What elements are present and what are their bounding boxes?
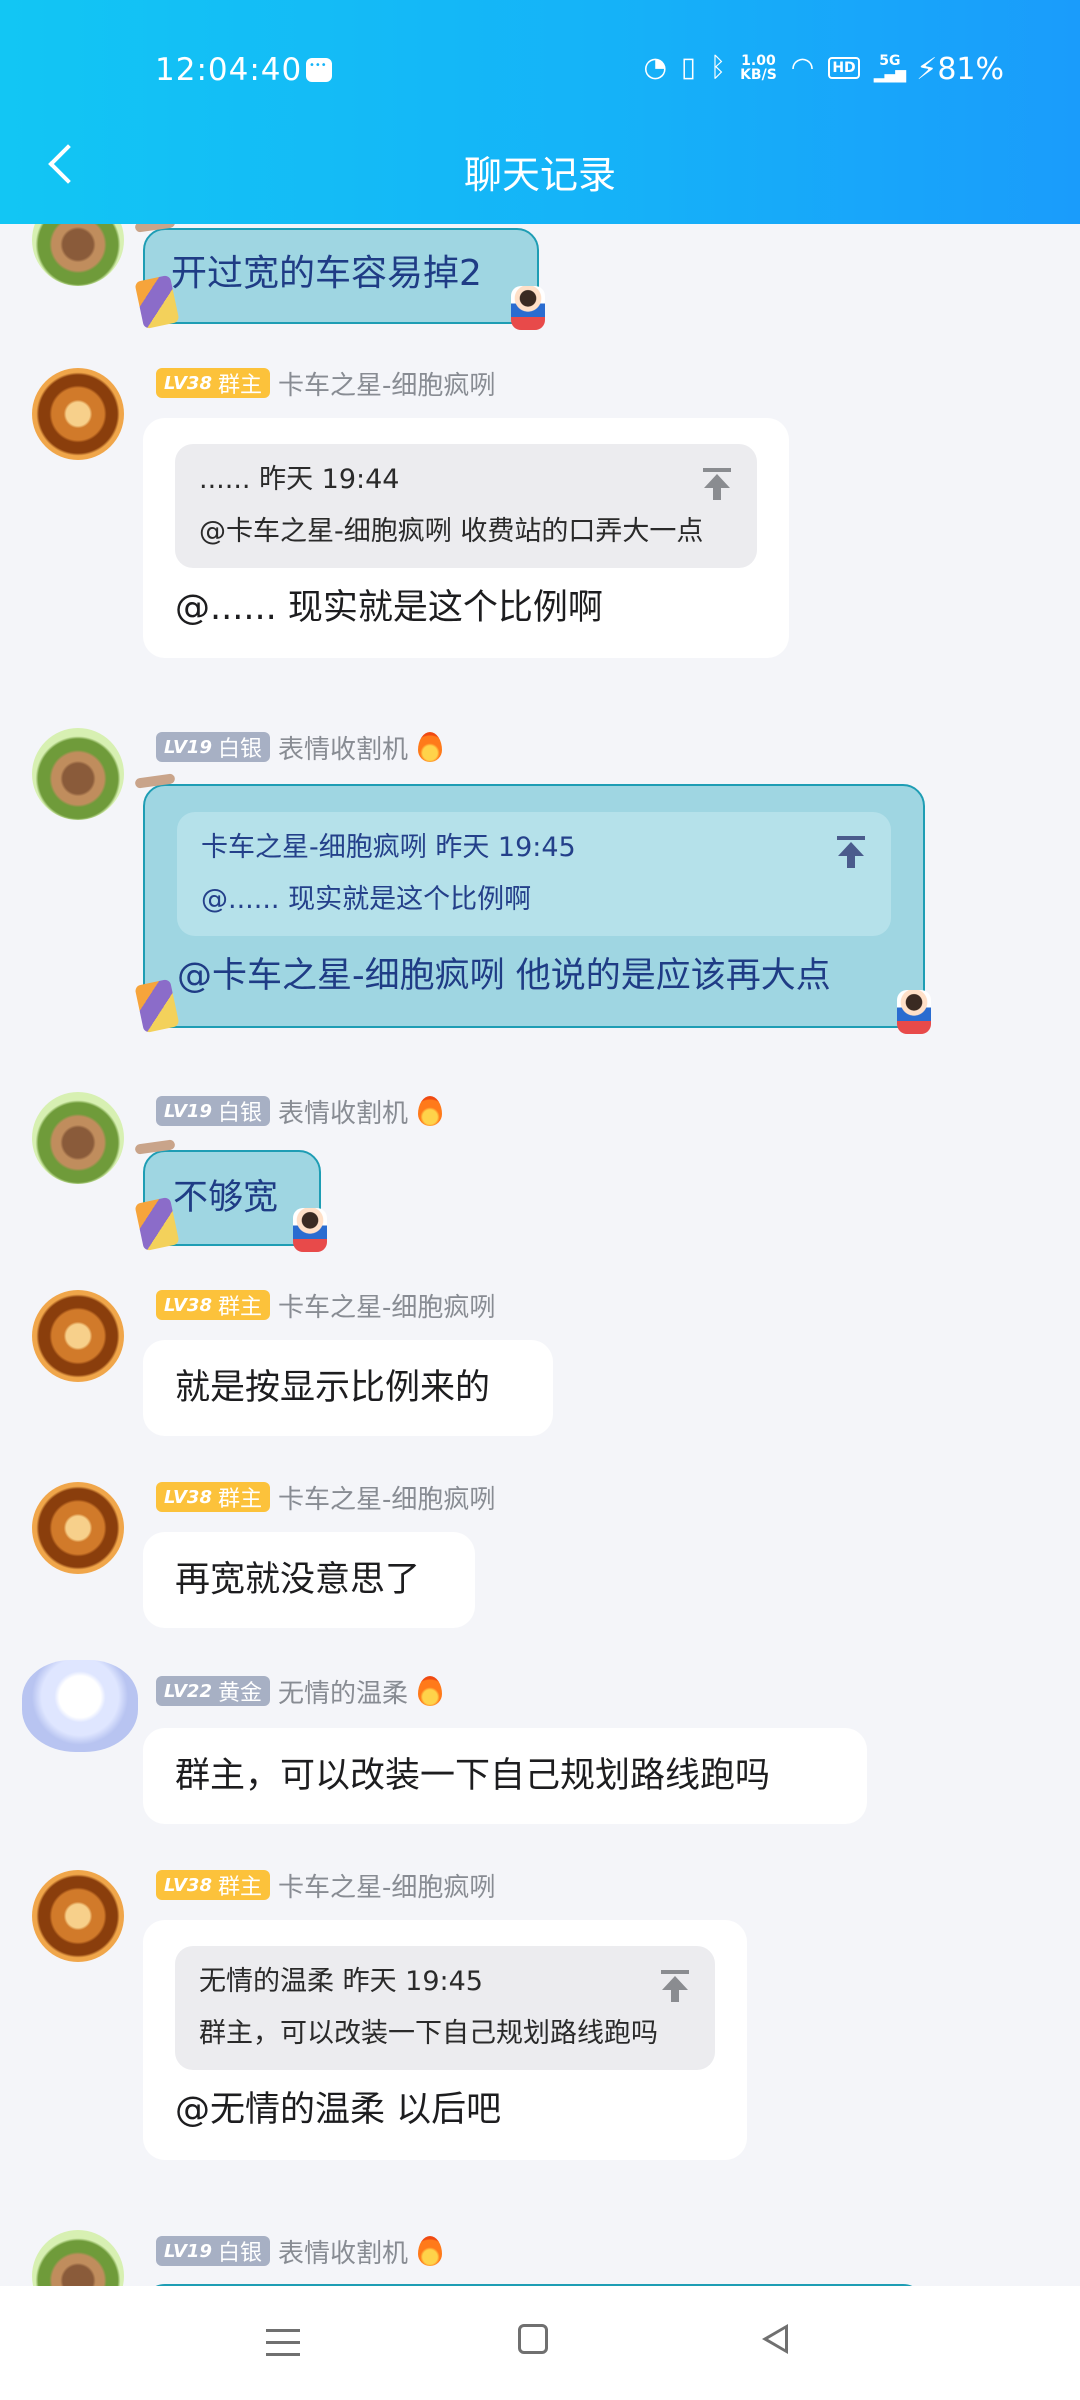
- level-badge: LV22 黄金: [156, 1676, 270, 1706]
- notification-icon: [306, 58, 332, 82]
- jump-to-top-icon[interactable]: [701, 468, 733, 500]
- system-navigation-bar: [0, 2286, 1080, 2400]
- signal-icon: 5G ▂▄▆: [873, 52, 906, 83]
- quoted-message[interactable]: 卡车之星-细胞疯咧 昨天 19:45 @...... 现实就是这个比例啊: [177, 812, 891, 936]
- sender-meta: LV38 群主 卡车之星-细胞疯咧: [156, 1288, 496, 1323]
- battery-level: 81%: [937, 52, 1004, 87]
- jump-to-top-icon[interactable]: [659, 1970, 691, 2002]
- page-title: 聊天记录: [463, 153, 616, 197]
- sender-meta: LV38 群主 卡车之星-细胞疯咧: [156, 366, 496, 401]
- home-icon[interactable]: [518, 2324, 548, 2354]
- level-badge: LV38 群主: [156, 1870, 270, 1900]
- level-badge: LV38 群主: [156, 1482, 270, 1512]
- sender-meta: LV38 群主 卡车之星-细胞疯咧: [156, 1480, 496, 1515]
- bubble-decoration: [134, 224, 176, 233]
- avatar[interactable]: [32, 1482, 124, 1574]
- bubble-decoration: [134, 978, 180, 1034]
- status-time: 12:04:40: [155, 52, 303, 88]
- sender-name: 无情的温柔: [278, 1678, 409, 1709]
- message-bubble[interactable]: 开过宽的车容易掉2: [134, 224, 545, 330]
- quoted-message[interactable]: ...... 昨天 19:44 @卡车之星-细胞疯咧 收费站的口弄大一点: [175, 444, 757, 568]
- avatar[interactable]: [22, 1660, 138, 1752]
- message-text: 开过宽的车容易掉2: [171, 253, 482, 294]
- message-bubble[interactable]: 群主，可以改装一下自己规划路线跑吗: [143, 1728, 867, 1824]
- speedometer-icon: ◔: [643, 52, 667, 83]
- message-text: 就是按显示比例来的: [175, 1368, 491, 1408]
- avatar[interactable]: [32, 728, 124, 820]
- quote-body: @...... 现实就是这个比例啊: [201, 884, 532, 915]
- sender-name: 表情收割机: [278, 2238, 409, 2269]
- quote-header: ...... 昨天 19:44: [199, 464, 400, 495]
- message-text: 不够宽: [173, 1178, 279, 1218]
- message-text: @无情的温柔 以后吧: [175, 2090, 502, 2130]
- battery-indicator: ⚡81%: [916, 52, 1004, 87]
- status-icons: ◔ ▯ ᛒ 1.00 KB/S ◠ HD 5G ▂▄▆: [643, 52, 906, 83]
- sender-meta: LV19 白银 表情收割机: [156, 730, 443, 765]
- fire-icon: [418, 732, 443, 762]
- message-text: 再宽就没意思了: [175, 1560, 421, 1600]
- quote-body: @卡车之星-细胞疯咧 收费站的口弄大一点: [199, 516, 704, 547]
- jump-to-top-icon[interactable]: [835, 836, 867, 868]
- level-badge: LV38 群主: [156, 1290, 270, 1320]
- bubble-decoration: [293, 1208, 327, 1252]
- message-bubble[interactable]: 再宽就没意思了: [143, 1532, 475, 1628]
- bubble-decoration: [134, 773, 176, 789]
- sender-meta: LV19 白银 表情收割机: [156, 2234, 443, 2269]
- fire-icon: [418, 1676, 443, 1706]
- message-bubble[interactable]: 就是按显示比例来的: [143, 1340, 553, 1436]
- sender-name: 卡车之星-细胞疯咧: [278, 1872, 496, 1903]
- message-bubble[interactable]: 卡车之星-细胞疯咧 昨天 19:45 @...... 现实就是这个比例啊 @卡车…: [134, 773, 931, 1034]
- avatar[interactable]: [32, 1092, 124, 1184]
- network-speed: 1.00 KB/S: [740, 52, 777, 83]
- app-header: 12:04:40 ◔ ▯ ᛒ 1.00 KB/S ◠ HD 5G▂▄▆ ⚡81%…: [0, 0, 1080, 224]
- bubble-decoration: [511, 286, 545, 330]
- message-text: @...... 现实就是这个比例啊: [175, 588, 603, 628]
- sender-meta: LV19 白银 表情收割机: [156, 1094, 443, 1129]
- bubble-decoration: [897, 990, 931, 1034]
- quote-header: 卡车之星-细胞疯咧 昨天 19:45: [201, 832, 576, 863]
- avatar[interactable]: [32, 368, 124, 460]
- sender-name: 卡车之星-细胞疯咧: [278, 1292, 496, 1323]
- quote-body: 群主，可以改装一下自己规划路线跑吗: [199, 2018, 658, 2049]
- sender-name: 卡车之星-细胞疯咧: [278, 370, 496, 401]
- fire-icon: [418, 1096, 443, 1126]
- fire-icon: [418, 2236, 443, 2266]
- wifi-icon: ◠: [790, 52, 815, 83]
- vibrate-icon: ▯: [681, 52, 696, 83]
- avatar[interactable]: [32, 2230, 124, 2286]
- quote-header: 无情的温柔 昨天 19:45: [199, 1966, 483, 1997]
- level-badge: LV19 白银: [156, 2236, 270, 2266]
- level-badge: LV19 白银: [156, 1096, 270, 1126]
- menu-icon[interactable]: [266, 2326, 300, 2356]
- sender-name: 表情收割机: [278, 1098, 409, 1129]
- back-triangle-icon[interactable]: [762, 2322, 792, 2356]
- sender-meta: LV38 群主 卡车之星-细胞疯咧: [156, 1868, 496, 1903]
- message-text: 群主，可以改装一下自己规划路线跑吗: [175, 1756, 771, 1796]
- bluetooth-icon: ᛒ: [709, 52, 727, 83]
- quoted-message[interactable]: 无情的温柔 昨天 19:45 群主，可以改装一下自己规划路线跑吗: [175, 1946, 715, 2070]
- hd-icon: HD: [828, 56, 860, 79]
- level-badge: LV38 群主: [156, 368, 270, 398]
- avatar[interactable]: [32, 224, 124, 286]
- bubble-decoration: [134, 1139, 176, 1155]
- message-bubble[interactable]: ...... 昨天 19:44 @卡车之星-细胞疯咧 收费站的口弄大一点 @..…: [143, 418, 789, 658]
- message-bubble[interactable]: 不够宽: [134, 1139, 327, 1252]
- chat-history-list[interactable]: 开过宽的车容易掉2 LV38 群主 卡车之星-细胞疯咧 ...... 昨天 19:…: [0, 224, 1080, 2286]
- avatar[interactable]: [32, 1870, 124, 1962]
- message-bubble[interactable]: 无情的温柔 昨天 19:45 群主，可以改装一下自己规划路线跑吗 @无情的温柔 …: [143, 1920, 747, 2160]
- level-badge: LV19 白银: [156, 732, 270, 762]
- avatar[interactable]: [32, 1290, 124, 1382]
- sender-name: 表情收割机: [278, 734, 409, 765]
- sender-name: 卡车之星-细胞疯咧: [278, 1484, 496, 1515]
- message-text: @卡车之星-细胞疯咧 他说的是应该再大点: [177, 956, 831, 996]
- sender-meta: LV22 黄金 无情的温柔: [156, 1674, 443, 1709]
